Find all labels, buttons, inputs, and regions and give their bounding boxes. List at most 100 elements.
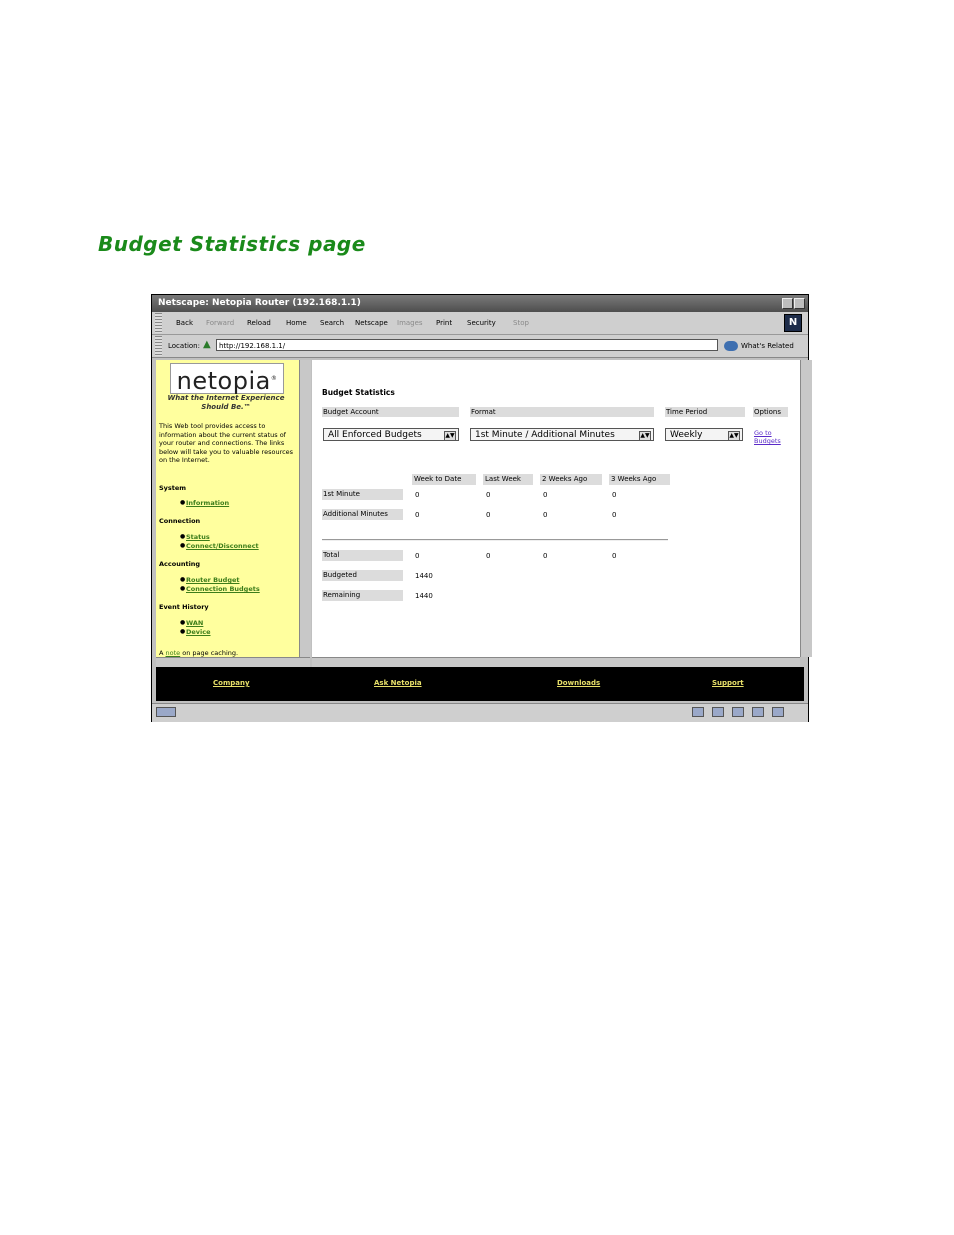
budget-account-select[interactable]: All Enforced Budgets ▲▼ [323, 428, 459, 441]
bullet-icon: ● [180, 499, 186, 506]
row-label-additional-minutes: Additional Minutes [322, 509, 403, 520]
home-button[interactable]: Home [286, 319, 307, 327]
table-cell: 0 [415, 552, 420, 560]
link-device[interactable]: Device [186, 628, 211, 636]
print-button[interactable]: Print [436, 319, 452, 327]
main-vertical-scrollbar[interactable] [800, 360, 812, 657]
footer-link-ask-netopia[interactable]: Ask Netopia [374, 679, 422, 687]
footer-link-downloads[interactable]: Downloads [557, 679, 600, 687]
minimize-button[interactable] [782, 298, 793, 309]
window-title: Netscape: Netopia Router (192.168.1.1) [158, 298, 361, 308]
footer-frame: Company Ask Netopia Downloads Support [156, 667, 804, 701]
table-cell: 0 [543, 491, 548, 499]
close-button[interactable] [794, 298, 805, 309]
table-divider [322, 539, 668, 541]
location-bar: Location: ▲ http://192.168.1.1/ What's R… [152, 335, 808, 358]
note-link[interactable]: note [166, 649, 181, 657]
table-cell: 0 [486, 552, 491, 560]
status-bar [152, 703, 808, 722]
row-label-remaining: Remaining [322, 590, 403, 601]
netscape-logo-icon[interactable]: N [784, 314, 802, 332]
format-select[interactable]: 1st Minute / Additional Minutes ▲▼ [470, 428, 654, 441]
bullet-icon: ● [180, 533, 186, 540]
options-label: Options [753, 407, 788, 417]
table-cell: 0 [543, 511, 548, 519]
table-cell: 0 [486, 491, 491, 499]
budget-statistics-heading: Budget Statistics [322, 388, 395, 397]
dropdown-arrow-icon: ▲▼ [728, 431, 740, 441]
browser-window: Netscape: Netopia Router (192.168.1.1) B… [151, 294, 812, 722]
url-field[interactable]: http://192.168.1.1/ [216, 339, 718, 351]
stop-button[interactable]: Stop [513, 319, 529, 327]
navigator-icon[interactable] [692, 707, 704, 717]
budget-account-value: All Enforced Budgets [328, 430, 422, 440]
toolbar-grip-icon[interactable] [155, 313, 162, 333]
link-status[interactable]: Status [186, 533, 210, 541]
time-period-label: Time Period [665, 407, 745, 417]
dropdown-arrow-icon: ▲▼ [639, 431, 651, 441]
col-last-week: Last Week [483, 474, 533, 485]
table-cell: 0 [415, 491, 420, 499]
row-label-budgeted: Budgeted [322, 570, 403, 581]
link-connect-disconnect[interactable]: Connect/Disconnect [186, 542, 259, 550]
tagline: What the Internet Experience Should Be.™ [167, 394, 285, 411]
bullet-icon: ● [180, 542, 186, 549]
location-label: Location: [168, 342, 200, 350]
time-period-value: Weekly [670, 430, 703, 440]
images-button[interactable]: Images [397, 319, 423, 327]
title-bar[interactable]: Netscape: Netopia Router (192.168.1.1) [152, 295, 808, 312]
sidebar-vertical-scrollbar[interactable] [299, 360, 311, 657]
security-lock-icon[interactable] [156, 707, 176, 717]
bullet-icon: ● [180, 585, 186, 592]
format-value: 1st Minute / Additional Minutes [475, 430, 615, 440]
table-cell: 0 [543, 552, 548, 560]
main-frame: Budget Statistics Budget Account Format … [312, 360, 800, 657]
table-cell: 1440 [415, 572, 433, 580]
go-to-budgets-link[interactable]: Go to Budgets [754, 429, 790, 445]
netscape-button[interactable]: Netscape [355, 319, 388, 327]
row-label-total: Total [322, 550, 403, 561]
location-grip-icon[interactable] [155, 336, 162, 356]
back-button[interactable]: Back [176, 319, 193, 327]
col-3-weeks-ago: 3 Weeks Ago [609, 474, 670, 485]
forward-button[interactable]: Forward [206, 319, 234, 327]
bullet-icon: ● [180, 619, 186, 626]
caching-note: A note on page caching. [159, 649, 238, 657]
sidebar-frame: netopia® What the Internet Experience Sh… [156, 360, 299, 657]
security-button[interactable]: Security [467, 319, 496, 327]
note-prefix: A [159, 649, 164, 657]
section-accounting: Accounting [159, 560, 201, 568]
bookmark-icon[interactable]: ▲ [203, 339, 214, 351]
section-event-history: Event History [159, 603, 209, 611]
link-router-budget[interactable]: Router Budget [186, 576, 240, 584]
table-cell: 0 [612, 491, 617, 499]
document-heading: Budget Statistics page [98, 232, 366, 256]
format-label: Format [470, 407, 654, 417]
discussion-icon[interactable] [732, 707, 744, 717]
table-cell: 0 [415, 511, 420, 519]
link-information[interactable]: Information [186, 499, 229, 507]
whats-related-button[interactable]: What's Related [724, 341, 794, 351]
footer-link-company[interactable]: Company [213, 679, 250, 687]
search-button[interactable]: Search [320, 319, 344, 327]
col-2-weeks-ago: 2 Weeks Ago [540, 474, 602, 485]
reload-button[interactable]: Reload [247, 319, 271, 327]
row-label-1st-minute: 1st Minute [322, 489, 403, 500]
time-period-select[interactable]: Weekly ▲▼ [665, 428, 743, 441]
link-connection-budgets[interactable]: Connection Budgets [186, 585, 260, 593]
section-connection: Connection [159, 517, 201, 525]
footer-link-support[interactable]: Support [712, 679, 744, 687]
dropdown-arrow-icon: ▲▼ [444, 431, 456, 441]
whats-related-label: What's Related [741, 342, 794, 350]
link-wan[interactable]: WAN [186, 619, 203, 627]
composer-icon[interactable] [752, 707, 764, 717]
mail-icon[interactable] [712, 707, 724, 717]
edit-icon[interactable] [772, 707, 784, 717]
navigation-toolbar: Back Forward Reload Home Search Netscape… [152, 312, 808, 335]
col-week-to-date: Week to Date [412, 474, 476, 485]
table-cell: 0 [486, 511, 491, 519]
table-cell: 0 [612, 511, 617, 519]
bullet-icon: ● [180, 628, 186, 635]
table-cell: 1440 [415, 592, 433, 600]
bullet-icon: ● [180, 576, 186, 583]
